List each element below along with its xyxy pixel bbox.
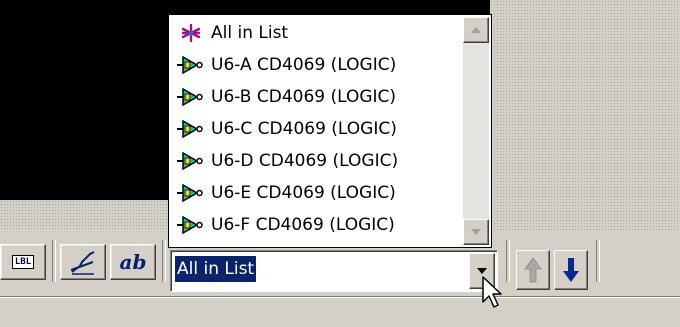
list-item[interactable]: All in List [171,17,461,49]
logic-gate-icon [177,183,203,203]
component-selector-value[interactable]: All in List [175,256,257,282]
logic-gate-icon [177,55,203,75]
asterisk-icon [181,23,201,43]
toolbar-separator [506,240,510,282]
mouse-pointer-icon [482,276,502,308]
logic-gate-icon [177,119,203,139]
net-label-button[interactable]: LBL [0,244,46,280]
list-item[interactable]: U6-A CD4069 (LOGIC) [171,49,461,81]
arrow-up-icon [524,257,542,283]
logic-gate-icon [177,215,203,235]
list-item-label: U6-A CD4069 (LOGIC) [211,55,397,75]
list-item-label: U6-C CD4069 (LOGIC) [211,119,397,139]
toolbar-separator [162,240,166,282]
list-item-label: U6-F CD4069 (LOGIC) [211,215,395,235]
dropdown-items: All in List U6-A CD4069 (LOGIC) U6-B CD4… [171,17,461,241]
toolbar-separator [52,240,56,282]
text-style-button[interactable]: ab [110,244,156,280]
text-tool-icon: ab [119,250,147,274]
list-item[interactable]: U6-C CD4069 (LOGIC) [171,113,461,145]
net-label-icon: LBL [11,255,35,269]
toolbar-separator [596,240,600,282]
scroll-down-button[interactable] [463,219,489,245]
list-item[interactable]: U6-D CD4069 (LOGIC) [171,145,461,177]
dropdown-scrollbar[interactable] [463,17,489,245]
list-item[interactable]: U6-F CD4069 (LOGIC) [171,209,461,241]
move-down-button[interactable] [554,250,588,290]
logic-gate-icon [177,87,203,107]
status-bar [0,296,680,327]
component-dropdown-list[interactable]: All in List U6-A CD4069 (LOGIC) U6-B CD4… [168,14,492,248]
chevron-down-icon [477,268,487,274]
workspace-background-right [490,0,680,230]
move-up-button[interactable] [516,250,550,290]
arrow-down-icon [563,258,579,282]
scroll-up-button[interactable] [463,17,489,43]
list-item[interactable]: U6-E CD4069 (LOGIC) [171,177,461,209]
list-item-label: All in List [211,23,289,43]
scroll-up-arrow-icon [471,27,481,33]
list-item-label: U6-E CD4069 (LOGIC) [211,183,396,203]
wire-tool-icon [70,251,95,275]
list-item-label: U6-D CD4069 (LOGIC) [211,151,399,171]
component-selector[interactable]: All in List [170,250,498,292]
scroll-down-arrow-icon [471,229,481,235]
logic-gate-icon [177,151,203,171]
draw-wire-button[interactable] [60,244,106,280]
list-item[interactable]: U6-B CD4069 (LOGIC) [171,81,461,113]
list-item-label: U6-B CD4069 (LOGIC) [211,87,397,107]
